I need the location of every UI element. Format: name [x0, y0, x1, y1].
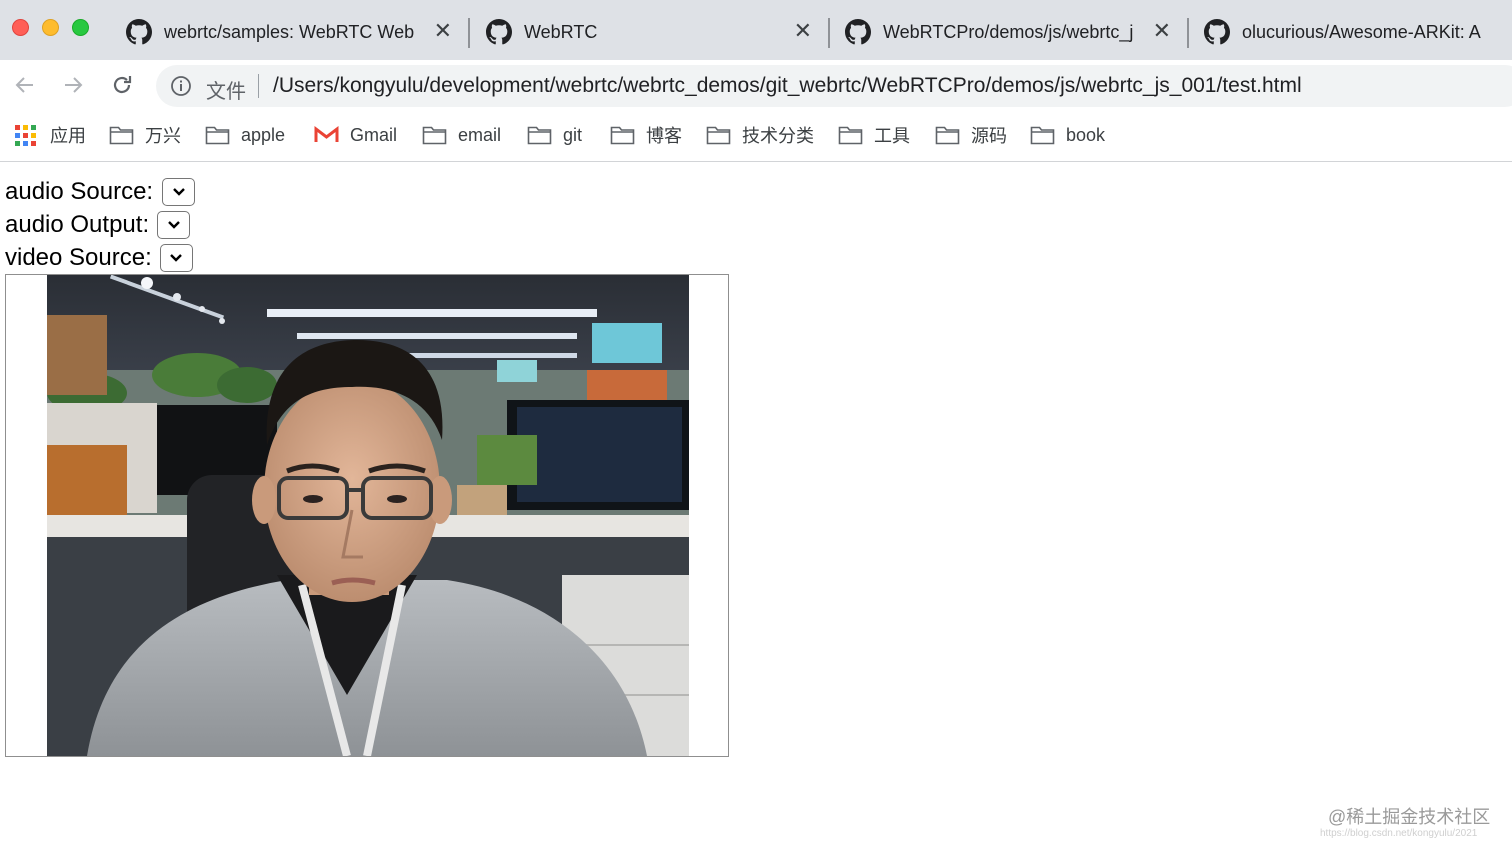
- chevron-down-icon: [172, 188, 185, 196]
- tab-title: webrtc/samples: WebRTC Web: [164, 21, 415, 42]
- tab-webrtcpro-demos[interactable]: WebRTCPro/demos/js/webrtc_j ✕: [845, 8, 1179, 56]
- tab-title: WebRTC: [524, 21, 598, 42]
- tab-strip: webrtc/samples: WebRTC Web ✕ WebRTC ✕ We…: [0, 0, 1512, 60]
- tab-awesome-arkit[interactable]: olucurious/Awesome-ARKit: A: [1204, 8, 1504, 56]
- folder-icon: [838, 126, 863, 145]
- url-text[interactable]: /Users/kongyulu/development/webrtc/webrt…: [273, 74, 1302, 98]
- github-icon: [1204, 19, 1230, 45]
- address-bar[interactable]: 文件 /Users/kongyulu/development/webrtc/we…: [156, 65, 1512, 107]
- video-source-select[interactable]: [159, 244, 193, 272]
- video-source-row: video Source:: [5, 243, 193, 273]
- folder-icon: [1030, 126, 1055, 145]
- github-icon: [126, 19, 152, 45]
- info-icon[interactable]: [170, 75, 192, 97]
- webcam-scene-image: [47, 275, 689, 756]
- audio-source-select[interactable]: [162, 178, 196, 206]
- watermark-text: @稀土掘金技术社区: [1328, 807, 1491, 827]
- folder-icon: [422, 126, 447, 145]
- audio-output-select[interactable]: [157, 211, 191, 239]
- bookmark-label: git: [563, 124, 583, 145]
- tab-separator: [828, 18, 830, 48]
- bookmark-label: 技术分类: [742, 126, 814, 146]
- browser-toolbar: 文件 /Users/kongyulu/development/webrtc/we…: [0, 60, 1512, 110]
- arrow-left-icon: [15, 77, 33, 93]
- tab-close-icon[interactable]: ✕: [1153, 20, 1171, 42]
- video-player[interactable]: [5, 274, 729, 757]
- bookmark-tech-categories[interactable]: 技术分类: [706, 122, 814, 148]
- tab-close-icon[interactable]: ✕: [794, 20, 812, 42]
- bookmark-label: 源码: [971, 126, 1007, 146]
- bookmark-label: 工具: [874, 126, 910, 146]
- tab-separator: [1187, 18, 1189, 48]
- tab-title: olucurious/Awesome-ARKit: A: [1242, 21, 1481, 42]
- bookmark-blog[interactable]: 博客: [610, 122, 682, 148]
- arrow-right-icon: [65, 77, 83, 93]
- audio-output-label: audio Output:: [5, 211, 150, 238]
- bookmark-apple[interactable]: apple: [205, 122, 285, 148]
- bookmark-wanxing[interactable]: 万兴: [109, 122, 181, 148]
- forward-button[interactable]: [58, 70, 88, 100]
- bookmark-label: 应用: [50, 126, 86, 146]
- back-button[interactable]: [10, 70, 40, 100]
- chevron-down-icon: [170, 254, 183, 262]
- folder-icon: [935, 126, 960, 145]
- gmail-icon: [314, 125, 339, 142]
- reload-button[interactable]: [107, 70, 137, 100]
- audio-source-label: audio Source:: [5, 178, 154, 205]
- bookmark-source-code[interactable]: 源码: [935, 122, 1007, 148]
- bookmark-label: apple: [241, 124, 286, 145]
- tab-close-icon[interactable]: ✕: [434, 20, 452, 42]
- bookmark-label: 万兴: [145, 126, 181, 146]
- bookmark-gmail[interactable]: Gmail: [314, 122, 397, 148]
- tab-webrtc-samples[interactable]: webrtc/samples: WebRTC Web ✕: [126, 8, 460, 56]
- reload-icon: [113, 76, 132, 94]
- bookmark-label: 博客: [646, 126, 682, 146]
- window-minimize-button[interactable]: [42, 19, 59, 36]
- bookmark-label: book: [1066, 124, 1106, 145]
- scheme-label: 文件: [206, 81, 246, 103]
- bookmarks-bar: 应用 万兴 apple Gmail email git 博客 技术分类 工具 源…: [0, 110, 1512, 162]
- bookmark-email[interactable]: email: [422, 122, 501, 148]
- bookmark-tools[interactable]: 工具: [838, 122, 910, 148]
- omnibox-divider: [258, 74, 259, 98]
- github-icon: [845, 19, 871, 45]
- audio-source-row: audio Source:: [5, 177, 196, 207]
- tab-title: WebRTCPro/demos/js/webrtc_j: [883, 21, 1134, 42]
- github-icon: [486, 19, 512, 45]
- bookmark-book[interactable]: book: [1030, 122, 1105, 148]
- video-source-label: video Source:: [5, 244, 152, 271]
- bookmark-label: Gmail: [350, 124, 398, 145]
- bookmark-apps[interactable]: 应用: [15, 122, 86, 148]
- chevron-down-icon: [167, 221, 180, 229]
- bookmark-git[interactable]: git: [527, 122, 582, 148]
- tab-webrtc[interactable]: WebRTC ✕: [486, 8, 820, 56]
- watermark-url: https://blog.csdn.net/kongyulu/2021: [1320, 828, 1478, 839]
- window-zoom-button[interactable]: [72, 19, 89, 36]
- folder-icon: [706, 126, 731, 145]
- bookmark-label: email: [458, 124, 502, 145]
- tab-separator: [468, 18, 470, 48]
- folder-icon: [205, 126, 230, 145]
- folder-icon: [109, 126, 134, 145]
- webcam-video-frame: [47, 275, 689, 756]
- window-close-button[interactable]: [12, 19, 29, 36]
- folder-icon: [610, 126, 635, 145]
- apps-grid-icon: [15, 124, 36, 146]
- folder-icon: [527, 126, 552, 145]
- audio-output-row: audio Output:: [5, 210, 191, 240]
